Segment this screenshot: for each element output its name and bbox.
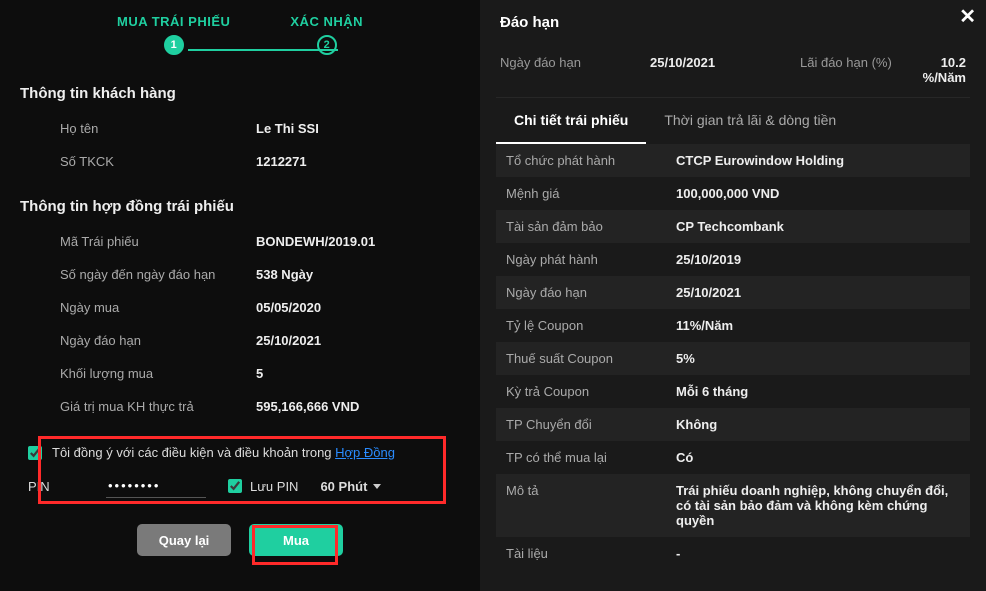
detail-par: Mệnh giá 100,000,000 VND — [496, 177, 970, 210]
row-days-to-maturity: Số ngày đến ngày đáo hạn 538 Ngày — [20, 258, 460, 291]
quantity-value: 5 — [256, 366, 263, 381]
detail-coupon-period: Kỳ trả Coupon Mỗi 6 tháng — [496, 375, 970, 408]
detail-par-label: Mệnh giá — [506, 186, 676, 201]
buy-button[interactable]: Mua — [249, 524, 343, 556]
detail-description-value: Trái phiếu doanh nghiệp, không chuyển đổ… — [676, 483, 960, 528]
detail-issue-date-value: 25/10/2019 — [676, 252, 960, 267]
bond-section-title: Thông tin hợp đồng trái phiếu — [20, 198, 460, 215]
detail-callable-value: Có — [676, 450, 960, 465]
row-buy-date: Ngày mua 05/05/2020 — [20, 291, 460, 324]
customer-section-title: Thông tin khách hàng — [20, 85, 460, 102]
row-bond-code: Mã Trái phiếu BONDEWH/2019.01 — [20, 225, 460, 258]
pin-label: PIN — [28, 479, 84, 494]
row-quantity: Khối lượng mua 5 — [20, 357, 460, 390]
step-buy-bond-label: MUA TRÁI PHIẾU — [117, 14, 230, 29]
tab-coupon-schedule[interactable]: Thời gian trả lãi & dòng tiền — [646, 98, 854, 144]
detail-documents-value: - — [676, 546, 960, 561]
close-icon[interactable]: ✕ — [959, 4, 976, 29]
detail-collateral-value: CP Techcombank — [676, 219, 960, 234]
summary-rate-value: 10.2 %/Năm — [920, 55, 966, 85]
save-pin-checkbox[interactable] — [228, 479, 242, 493]
detail-maturity-date-value: 25/10/2021 — [676, 285, 960, 300]
row-customer-account: Số TKCK 1212271 — [20, 145, 460, 178]
detail-par-value: 100,000,000 VND — [676, 186, 960, 201]
detail-coupon-tax: Thuế suất Coupon 5% — [496, 342, 970, 375]
total-price-label: Giá trị mua KH thực trả — [60, 399, 256, 414]
detail-collateral: Tài sản đảm bảo CP Techcombank — [496, 210, 970, 243]
bond-code-value: BONDEWH/2019.01 — [256, 234, 375, 249]
detail-maturity-date-label: Ngày đáo hạn — [506, 285, 676, 300]
days-to-maturity-value: 538 Ngày — [256, 267, 313, 282]
agreement-text-before: Tôi đồng ý với các điều kiện và điều kho… — [52, 445, 335, 460]
detail-callable: TP có thể mua lại Có — [496, 441, 970, 474]
buy-date-value: 05/05/2020 — [256, 300, 321, 315]
step-confirm-label: XÁC NHẬN — [290, 14, 363, 29]
step-2-circle: 2 — [317, 35, 337, 55]
bond-details-table: Tổ chức phát hành CTCP Eurowindow Holdin… — [496, 144, 970, 570]
pin-duration-dropdown[interactable]: 60 Phút — [320, 479, 381, 494]
save-pin-label: Lưu PIN — [250, 479, 298, 494]
detail-coupon-rate: Tỷ lệ Coupon 11%/Năm — [496, 309, 970, 342]
back-button[interactable]: Quay lại — [137, 524, 231, 556]
detail-coupon-period-label: Kỳ trả Coupon — [506, 384, 676, 399]
detail-description-label: Mô tả — [506, 483, 676, 528]
row-maturity-date: Ngày đáo hạn 25/10/2021 — [20, 324, 460, 357]
detail-issuer-label: Tổ chức phát hành — [506, 153, 676, 168]
contract-link[interactable]: Hợp Đồng — [335, 445, 395, 460]
row-total-price: Giá trị mua KH thực trả 595,166,666 VND — [20, 390, 460, 423]
agreement-row: Tôi đồng ý với các điều kiện và điều kho… — [28, 445, 460, 460]
detail-documents-label: Tài liệu — [506, 546, 676, 561]
detail-convertible-label: TP Chuyển đổi — [506, 417, 676, 432]
detail-callable-label: TP có thể mua lại — [506, 450, 676, 465]
agreement-checkbox[interactable] — [28, 446, 42, 460]
detail-maturity-date: Ngày đáo hạn 25/10/2021 — [496, 276, 970, 309]
total-price-value: 595,166,666 VND — [256, 399, 359, 414]
days-to-maturity-label: Số ngày đến ngày đáo hạn — [60, 267, 256, 282]
pin-input[interactable] — [106, 474, 206, 498]
tab-bond-details[interactable]: Chi tiết trái phiếu — [496, 98, 646, 144]
detail-description: Mô tả Trái phiếu doanh nghiệp, không chu… — [496, 474, 970, 537]
maturity-summary-row: Ngày đáo hạn 25/10/2021 Lãi đáo hạn (%) … — [496, 43, 970, 98]
detail-issue-date: Ngày phát hành 25/10/2019 — [496, 243, 970, 276]
detail-issuer: Tổ chức phát hành CTCP Eurowindow Holdin… — [496, 144, 970, 177]
maturity-date-label: Ngày đáo hạn — [60, 333, 256, 348]
customer-name-value: Le Thi SSI — [256, 121, 319, 136]
detail-collateral-label: Tài sản đảm bảo — [506, 219, 676, 234]
detail-documents: Tài liệu - — [496, 537, 970, 570]
step-1-circle: 1 — [164, 35, 184, 55]
detail-coupon-rate-value: 11%/Năm — [676, 318, 960, 333]
customer-account-label: Số TKCK — [60, 154, 256, 169]
customer-name-label: Họ tên — [60, 121, 256, 136]
summary-maturity-date-value: 25/10/2021 — [650, 55, 800, 85]
customer-account-value: 1212271 — [256, 154, 307, 169]
detail-coupon-rate-label: Tỷ lệ Coupon — [506, 318, 676, 333]
right-tabs: Chi tiết trái phiếu Thời gian trả lãi & … — [496, 98, 970, 144]
right-pane-title: Đáo hạn — [496, 0, 970, 43]
chevron-down-icon — [373, 484, 381, 489]
bond-code-label: Mã Trái phiếu — [60, 234, 256, 249]
summary-rate-label: Lãi đáo hạn (%) — [800, 55, 920, 85]
detail-convertible-value: Không — [676, 417, 960, 432]
agreement-label[interactable]: Tôi đồng ý với các điều kiện và điều kho… — [52, 445, 395, 460]
detail-coupon-tax-label: Thuế suất Coupon — [506, 351, 676, 366]
summary-maturity-date-label: Ngày đáo hạn — [500, 55, 650, 85]
buy-date-label: Ngày mua — [60, 300, 256, 315]
detail-coupon-tax-value: 5% — [676, 351, 960, 366]
pin-row: PIN Lưu PIN 60 Phút — [28, 474, 460, 498]
detail-convertible: TP Chuyển đổi Không — [496, 408, 970, 441]
quantity-label: Khối lượng mua — [60, 366, 256, 381]
maturity-date-value: 25/10/2021 — [256, 333, 321, 348]
detail-issue-date-label: Ngày phát hành — [506, 252, 676, 267]
pin-duration-value: 60 Phút — [320, 479, 367, 494]
detail-issuer-value: CTCP Eurowindow Holding — [676, 153, 960, 168]
wizard-stepper: MUA TRÁI PHIẾU 1 XÁC NHẬN 2 — [20, 0, 460, 65]
detail-coupon-period-value: Mỗi 6 tháng — [676, 384, 960, 399]
row-customer-name: Họ tên Le Thi SSI — [20, 112, 460, 145]
